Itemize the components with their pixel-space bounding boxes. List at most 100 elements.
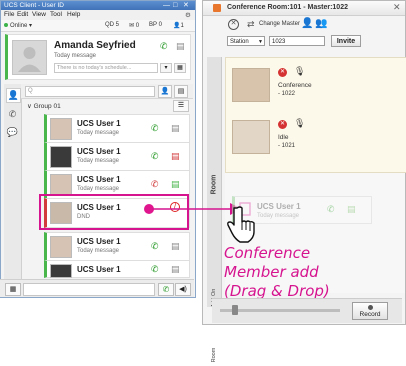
dial-input[interactable] [23,283,155,296]
schedule-dropdown-button[interactable]: ▾ [160,63,172,73]
contact-item[interactable]: UCS User 1 Today message ✆ ▤ [44,114,190,144]
add-contact-button[interactable]: 👤 [158,85,172,98]
contact-message: Today message [77,186,120,192]
participant-item[interactable]: ✕ 🎙 Conference - 1022 [232,64,400,110]
caption-line-2: Member add [224,263,319,281]
contact-busy-icon[interactable]: ▤ [171,151,180,162]
my-avatar[interactable] [12,40,47,75]
contact-message: Today message [77,248,120,254]
menu-help[interactable]: Help [67,11,80,18]
default-avatar-icon [18,47,41,72]
menu-tool[interactable]: Tool [50,11,62,18]
mute-mic-icon[interactable]: 🎙 [294,66,305,77]
minimize-button[interactable]: — [163,1,170,10]
instruction-caption: Conference Member add (Drag & Drop) [224,244,404,301]
call-phone-icon[interactable]: ✆ [151,179,159,190]
contact-name: UCS User 1 [77,237,121,246]
maximize-button[interactable]: □ [173,1,177,10]
volume-button[interactable]: ◀) [175,283,191,296]
invite-row: Station ▼ 1023 Invite [227,35,403,49]
remove-participant-icon[interactable]: ✕ [278,68,287,77]
group-label: Group 01 [33,103,61,110]
room-tab[interactable]: Room [211,172,218,198]
hand-pointer-icon [227,206,255,243]
search-input[interactable]: Q [25,86,155,97]
mute-mic-icon[interactable]: 🎙 [294,118,305,129]
group-menu-button[interactable]: ☰ [173,100,189,112]
tab-calls-phone-icon[interactable]: ✆ [6,108,19,121]
invite-button[interactable]: Invite [331,35,361,47]
contact-avatar [50,118,72,140]
contact-card-icon[interactable]: ▤ [171,123,180,134]
contact-name: UCS User 1 [77,265,121,274]
call-phone-icon[interactable]: ✆ [151,241,159,252]
volume-slider[interactable] [220,309,340,312]
contact-message: Today message [77,158,120,164]
record-button[interactable]: Record [352,302,388,320]
call-phone-icon[interactable]: ✆ [151,123,159,134]
cancel-icon[interactable]: ✕ [228,19,239,30]
status-bar: Online ▾ QD 5 ✉ 0 BP 0 👤1 [1,20,195,32]
menu-view[interactable]: View [32,11,46,18]
remove-participant-icon[interactable]: ✕ [278,120,287,129]
close-button[interactable]: ✕ [183,1,189,10]
tab-chat-bubble-icon[interactable]: 💬 [6,126,19,139]
call-phone-icon[interactable]: ✆ [151,264,159,275]
settings-gear-icon[interactable]: ⚙ [185,11,191,19]
user-group-icon[interactable]: 👥 [315,18,327,29]
participant-item[interactable]: ✕ 🎙 Idle - 1021 [232,116,400,162]
contact-card-icon[interactable]: ▤ [176,41,185,52]
call-phone-icon[interactable]: ✆ [151,151,159,162]
close-icon[interactable]: ✕ [393,2,401,13]
room-tab-secondary[interactable]: Room [211,344,217,366]
profile-name: Amanda Seyfried [54,40,136,51]
participants-panel: ✕ 🎙 Conference - 1022 ✕ 🎙 Idle - 1021 [225,57,406,173]
contact-item[interactable]: UCS User 1 ✆ ▤ [44,260,190,278]
contact-item[interactable]: UCS User 1 Today message ✆ ▤ [44,232,190,262]
ghost-phone-icon: ✆ [327,204,335,214]
contact-item[interactable]: UCS User 1 Today message ✆ ▤ [44,142,190,172]
contact-avatar [50,146,72,168]
side-tab-strip: 👤 ✆ 💬 [4,84,22,294]
phone-icon[interactable]: ✆ [160,41,168,52]
dial-bar: ▦ ✆ ◀) [0,279,194,297]
qd-count: QD 5 [105,22,120,28]
change-master-label[interactable]: Change Master [259,21,300,27]
room-side-strip: Room Add On Room [207,57,222,362]
number-input[interactable]: 1023 [269,36,325,46]
change-master-icon[interactable]: ⇄ [247,19,255,30]
client-title-text: UCS Client - User ID [4,2,64,9]
folder-button[interactable]: ▤ [174,85,188,98]
station-select[interactable]: Station ▼ [227,36,265,46]
contact-name: UCS User 1 [77,175,121,184]
ghost-card-icon: ▤ [347,204,356,214]
search-row: Q 👤 ▤ [21,84,193,99]
group-header[interactable]: ∨ Group 01 ☰ [21,100,193,112]
record-dot-icon [367,305,373,310]
slider-handle[interactable] [232,305,238,315]
chevron-down-icon: ∨ [27,103,34,110]
participant-state: Conference [278,82,312,89]
conference-title: Conference Room:101 - Master:1022 [227,4,348,11]
contact-avatar [50,264,72,278]
online-dot-icon [4,23,8,28]
contact-avatar [50,174,72,196]
contact-card-icon[interactable]: ▤ [171,179,180,190]
conference-logo-icon [213,4,221,12]
contact-card-icon[interactable]: ▤ [171,264,180,275]
user-add-icon[interactable]: 👤 [301,18,313,29]
call-button[interactable]: ✆ [158,283,174,296]
menu-file[interactable]: File [4,11,14,18]
schedule-field[interactable]: There is no today's schedule... [54,63,158,73]
participant-state: Idle [278,134,289,141]
participant-avatar [232,68,270,102]
presence-dropdown[interactable]: Online ▾ [4,22,32,29]
menu-edit[interactable]: Edit [17,11,28,18]
record-panel: Record [212,298,402,323]
keypad-button[interactable]: ▦ [5,283,21,296]
schedule-list-button[interactable]: ▦ [174,63,186,73]
tab-contacts-person-icon[interactable]: 👤 [6,88,21,103]
participant-avatar [232,120,270,154]
contact-card-icon[interactable]: ▤ [171,241,180,252]
bp-count: BP 0 [149,22,162,28]
